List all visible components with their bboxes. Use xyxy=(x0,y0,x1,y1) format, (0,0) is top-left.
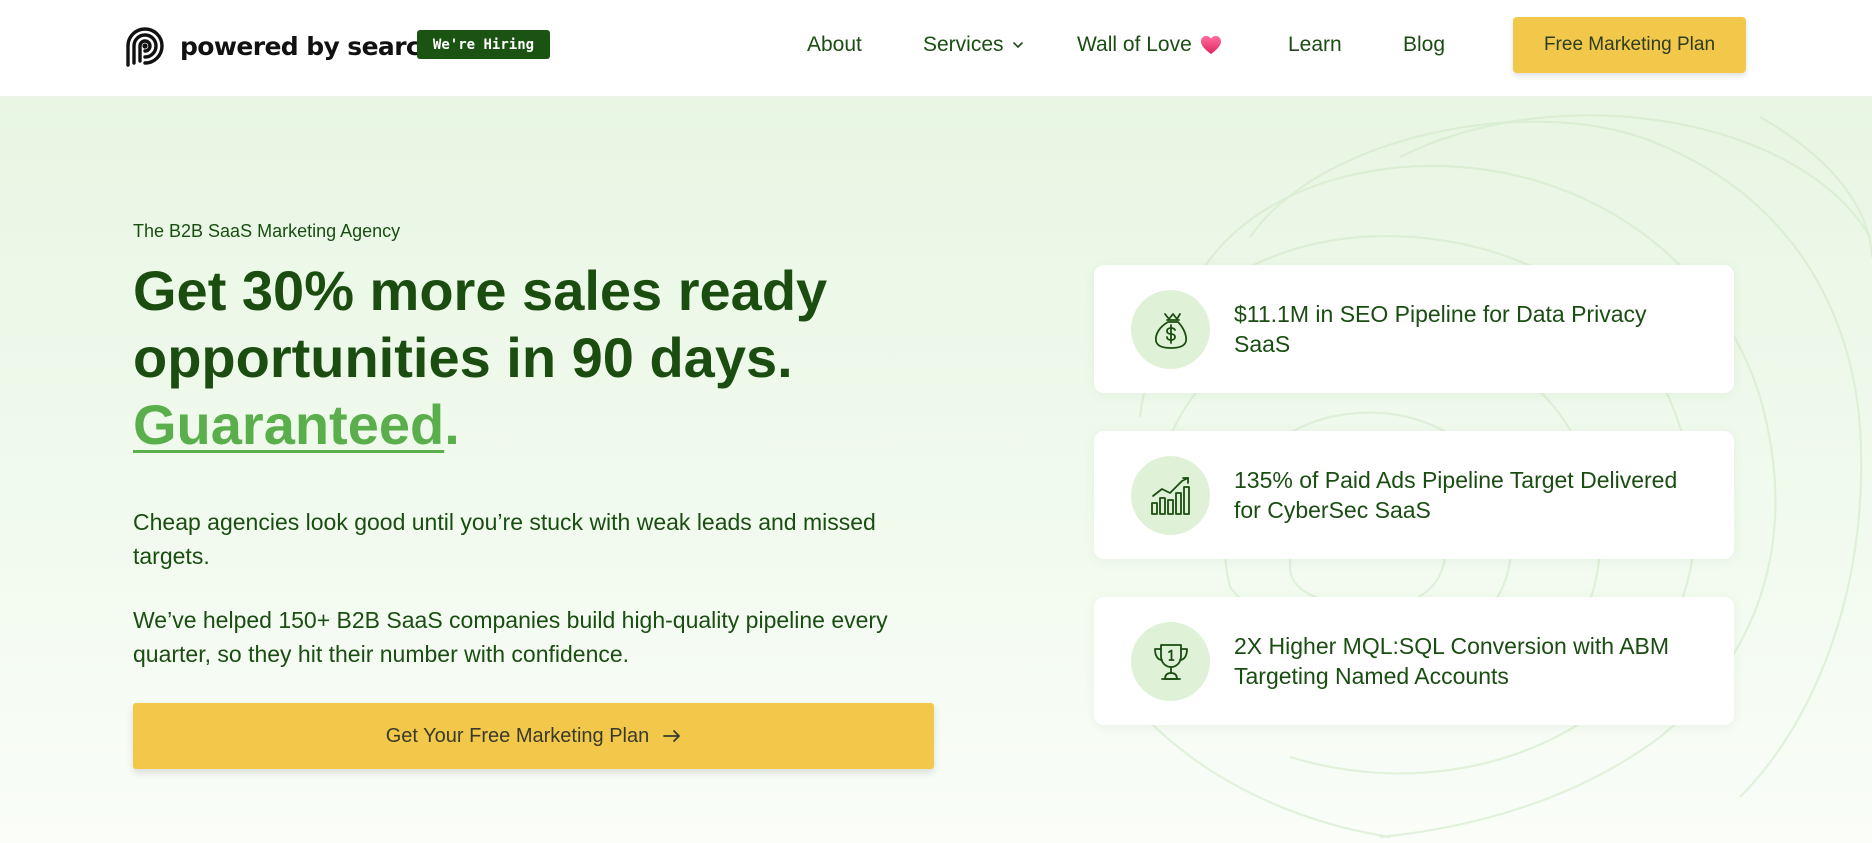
hero-section: The B2B SaaS Marketing Agency Get 30% mo… xyxy=(0,97,1872,843)
headline-line-1: Get 30% more sales ready xyxy=(133,259,828,322)
logo[interactable]: powered by search xyxy=(120,21,438,71)
chevron-down-icon xyxy=(1012,42,1023,48)
logo-text: powered by search xyxy=(180,31,438,61)
stat-text: 2X Higher MQL:SQL Conversion with ABM Ta… xyxy=(1234,633,1670,689)
hero-paragraph-1: Cheap agencies look good until you’re st… xyxy=(133,509,876,569)
get-free-marketing-plan-button[interactable]: Get Your Free Marketing Plan xyxy=(133,703,934,769)
hero-eyebrow: The B2B SaaS Marketing Agency xyxy=(133,221,401,241)
hero-headline: Get 30% more sales ready opportunities i… xyxy=(133,257,893,458)
hiring-badge[interactable]: We're Hiring xyxy=(417,30,550,59)
nav-learn[interactable]: Learn xyxy=(1288,32,1342,58)
stat-card: 2X Higher MQL:SQL Conversion with ABM Ta… xyxy=(1094,597,1734,725)
trophy-icon xyxy=(1153,643,1188,680)
nav-wall-of-love[interactable]: Wall of Love xyxy=(1077,32,1222,58)
headline-period: . xyxy=(444,393,460,456)
hero-cta-label: Get Your Free Marketing Plan xyxy=(385,724,650,747)
growth-chart-icon xyxy=(1150,476,1190,515)
stat-text: $11.1M in SEO Pipeline for Data Privacy … xyxy=(1234,301,1647,357)
headline-line-2: opportunities in 90 days. xyxy=(133,326,793,389)
stat-card: 135% of Paid Ads Pipeline Target Deliver… xyxy=(1094,431,1734,559)
stat-icon-circle xyxy=(1131,290,1210,369)
nav-blog[interactable]: Blog xyxy=(1403,32,1445,58)
nav-blog-label: Blog xyxy=(1403,33,1446,56)
nav-wall-of-love-label: Wall of Love xyxy=(1077,33,1192,56)
hero-paragraph-2: We’ve helped 150+ B2B SaaS companies bui… xyxy=(133,607,888,667)
free-marketing-plan-button[interactable]: Free Marketing Plan xyxy=(1513,17,1746,73)
headline-accent: Guaranteed xyxy=(133,393,445,456)
fingerprint-logo-icon xyxy=(126,27,164,67)
nav-services-label: Services xyxy=(923,33,1004,56)
stat-icon-circle xyxy=(1131,622,1210,701)
heart-icon xyxy=(1200,35,1221,55)
site-header: powered by search We're Hiring About Ser… xyxy=(0,0,1872,97)
arrow-right-icon xyxy=(663,730,681,742)
nav-about[interactable]: About xyxy=(807,32,862,58)
nav-learn-label: Learn xyxy=(1288,33,1342,56)
nav-about-label: About xyxy=(807,33,862,56)
nav-services[interactable]: Services xyxy=(923,32,1024,58)
money-bag-icon xyxy=(1154,312,1187,349)
stat-card: $11.1M in SEO Pipeline for Data Privacy … xyxy=(1094,265,1734,393)
stat-text: 135% of Paid Ads Pipeline Target Deliver… xyxy=(1234,467,1678,523)
stat-icon-circle xyxy=(1131,456,1210,535)
